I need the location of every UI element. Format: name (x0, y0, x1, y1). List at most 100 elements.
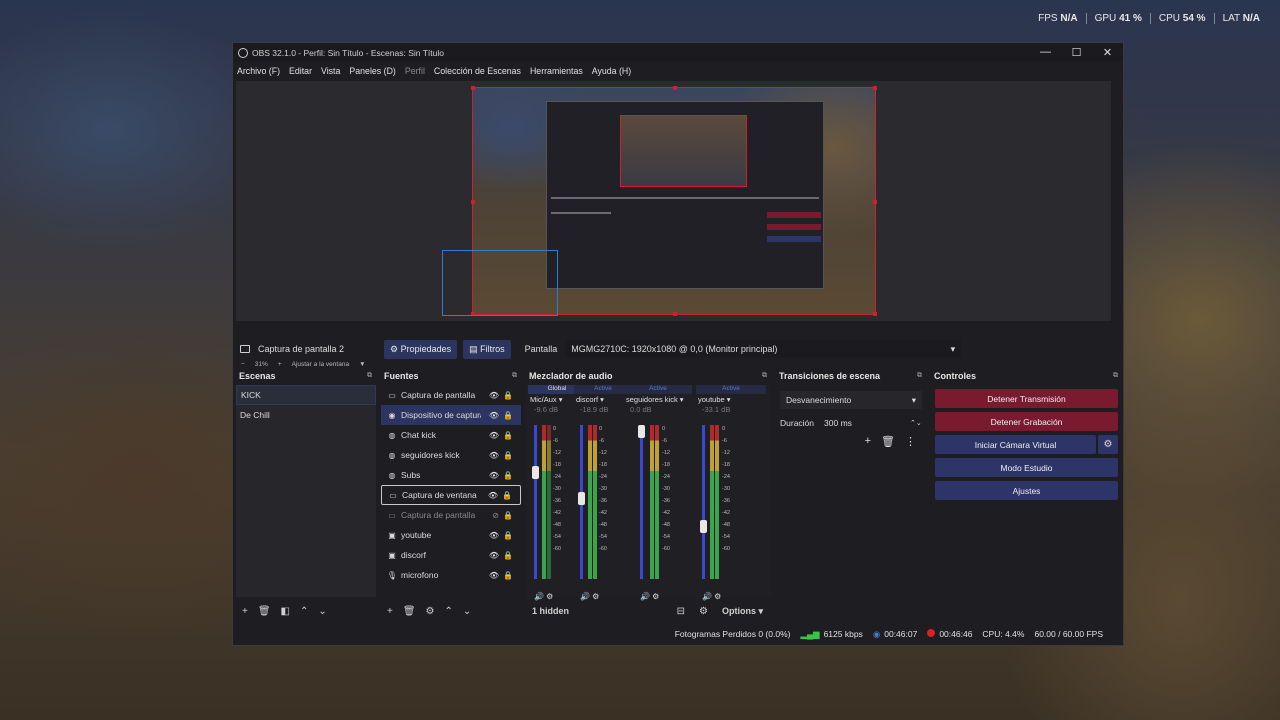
gear-icon[interactable]: ⚙ (1098, 435, 1118, 454)
move-up-icon[interactable]: ⌃ (445, 606, 453, 617)
resize-handle[interactable] (673, 86, 677, 90)
eye-icon[interactable]: 👁 (488, 491, 498, 500)
filters-button[interactable]: ▤ Filtros (463, 339, 511, 359)
eye-icon[interactable]: 👁 (489, 391, 499, 400)
gear-icon[interactable]: ⚙ (426, 606, 435, 617)
source-item[interactable]: ◍ seguidores kick 👁 🔒 (381, 445, 521, 465)
advanced-audio-icon[interactable]: ⚙ (699, 606, 708, 617)
speaker-icon[interactable]: 🔊 ⚙ (640, 592, 659, 601)
eye-icon[interactable]: 👁 (489, 471, 499, 480)
menu-vista[interactable]: Vista (321, 66, 340, 76)
zoom-out-button[interactable]: − (241, 361, 245, 368)
resize-handle[interactable] (873, 200, 877, 204)
menu-coleccion-escenas[interactable]: Colección de Escenas (434, 66, 521, 76)
zoom-in-button[interactable]: + (278, 361, 282, 368)
source-item[interactable]: ◉ Dispositivo de captura 👁 🔒 (381, 405, 521, 425)
undock-icon[interactable]: ⧉ (917, 372, 922, 380)
close-button[interactable]: ✕ (1092, 46, 1123, 59)
more-icon[interactable]: ⋮ (905, 435, 916, 448)
channel-name[interactable]: seguidores kick ▾ (624, 394, 692, 405)
settings-button[interactable]: Ajustes (935, 481, 1118, 500)
move-down-icon[interactable]: ⌄ (318, 606, 326, 617)
virtual-camera-button[interactable]: Iniciar Cámara Virtual (935, 435, 1096, 454)
menu-editar[interactable]: Editar (289, 66, 312, 76)
speaker-icon[interactable]: 🔊 ⚙ (702, 592, 721, 601)
eye-icon[interactable]: 👁 (489, 531, 499, 540)
options-button[interactable]: Options ▾ (722, 606, 763, 617)
speaker-icon[interactable]: 🔊 ⚙ (534, 592, 553, 601)
resize-handle[interactable] (673, 312, 677, 316)
source-item[interactable]: ▣ youtube 👁 🔒 (381, 525, 521, 545)
menu-perfil[interactable]: Perfil (405, 66, 425, 76)
volume-fader[interactable] (640, 425, 643, 579)
lock-icon[interactable]: 🔒 (503, 531, 513, 540)
eye-icon[interactable]: 👁 (489, 411, 499, 420)
lock-icon[interactable]: 🔒 (503, 391, 513, 400)
menu-paneles[interactable]: Paneles (D) (349, 66, 395, 76)
volume-fader[interactable] (534, 425, 537, 579)
source-item[interactable]: ◍ Chat kick 👁 🔒 (381, 425, 521, 445)
layout-icon[interactable]: ⊟ (677, 606, 685, 617)
studio-mode-button[interactable]: Modo Estudio (935, 458, 1118, 477)
chevron-down-icon[interactable]: ▼ (359, 361, 365, 368)
source-item[interactable]: ▣ discorf 👁 🔒 (381, 545, 521, 565)
lock-icon[interactable]: 🔒 (503, 551, 513, 560)
fit-window-label[interactable]: Ajustar a la ventana (292, 361, 349, 368)
eye-icon[interactable]: 👁 (489, 551, 499, 560)
volume-fader[interactable] (702, 425, 705, 579)
scene-item-de-chill[interactable]: De Chill (236, 405, 376, 425)
minimize-button[interactable]: — (1030, 46, 1061, 59)
lock-icon[interactable]: 🔒 (503, 411, 513, 420)
maximize-button[interactable]: ☐ (1061, 46, 1092, 59)
resize-handle[interactable] (873, 86, 877, 90)
source-item[interactable]: ▭ Captura de pantalla ⊘ 🔒 (381, 505, 521, 525)
volume-knob[interactable] (700, 519, 707, 533)
eye-hidden-icon[interactable]: ⊘ (492, 511, 499, 520)
add-icon[interactable]: + (387, 606, 393, 617)
filter-icon[interactable]: ◧ (281, 606, 290, 617)
menu-ayuda[interactable]: Ayuda (H) (592, 66, 631, 76)
menu-herramientas[interactable]: Herramientas (530, 66, 583, 76)
resize-handle[interactable] (471, 86, 475, 90)
stop-stream-button[interactable]: Detener Transmisión (935, 389, 1118, 408)
hidden-count[interactable]: 1 hidden (532, 606, 569, 616)
eye-icon[interactable]: 👁 (489, 571, 499, 580)
source-item[interactable]: 🎙 microfono 👁 🔒 (381, 565, 521, 585)
volume-knob[interactable] (638, 425, 645, 438)
undock-icon[interactable]: ⧉ (762, 372, 767, 380)
speaker-icon[interactable]: 🔊 ⚙ (580, 592, 599, 601)
lock-icon[interactable]: 🔒 (503, 511, 513, 520)
lock-icon[interactable]: 🔒 (503, 451, 513, 460)
add-icon[interactable]: + (242, 606, 248, 617)
trash-icon[interactable]: 🗑 (881, 435, 895, 448)
source-item[interactable]: ▭ Captura de pantalla 👁 🔒 (381, 385, 521, 405)
selection-box[interactable] (442, 250, 558, 316)
duration-field[interactable]: 300 ms (820, 415, 910, 431)
source-item[interactable]: ▭ Captura de ventana 👁 🔒 (381, 485, 521, 505)
transition-select[interactable]: Desvanecimiento ▾ (780, 391, 922, 409)
scene-item-kick[interactable]: KICK (236, 385, 376, 405)
lock-icon[interactable]: 🔒 (503, 571, 513, 580)
move-down-icon[interactable]: ⌄ (463, 606, 471, 617)
volume-knob[interactable] (532, 466, 539, 480)
eye-icon[interactable]: 👁 (489, 431, 499, 440)
trash-icon[interactable]: 🗑 (403, 606, 416, 617)
channel-name[interactable]: youtube ▾ (696, 394, 766, 405)
volume-knob[interactable] (578, 491, 585, 505)
source-item[interactable]: ◍ Subs 👁 🔒 (381, 465, 521, 485)
lock-icon[interactable]: 🔒 (502, 491, 512, 500)
properties-button[interactable]: ⚙ Propiedades (384, 339, 458, 359)
move-up-icon[interactable]: ⌃ (300, 606, 308, 617)
stop-recording-button[interactable]: Detener Grabación (935, 412, 1118, 431)
menu-archivo[interactable]: Archivo (F) (237, 66, 280, 76)
undock-icon[interactable]: ⧉ (512, 372, 517, 380)
stepper-icon[interactable]: ⌃⌄ (910, 419, 922, 427)
preview-area[interactable]: − 31% + Ajustar a la ventana ▼ (236, 81, 1111, 368)
display-select[interactable]: MGMG2710C: 1920x1080 @ 0,0 (Monitor prin… (565, 340, 962, 358)
undock-icon[interactable]: ⧉ (367, 372, 372, 380)
resize-handle[interactable] (873, 312, 877, 316)
add-icon[interactable]: + (865, 435, 871, 448)
undock-icon[interactable]: ⧉ (1113, 372, 1118, 380)
lock-icon[interactable]: 🔒 (503, 471, 513, 480)
resize-handle[interactable] (471, 200, 475, 204)
